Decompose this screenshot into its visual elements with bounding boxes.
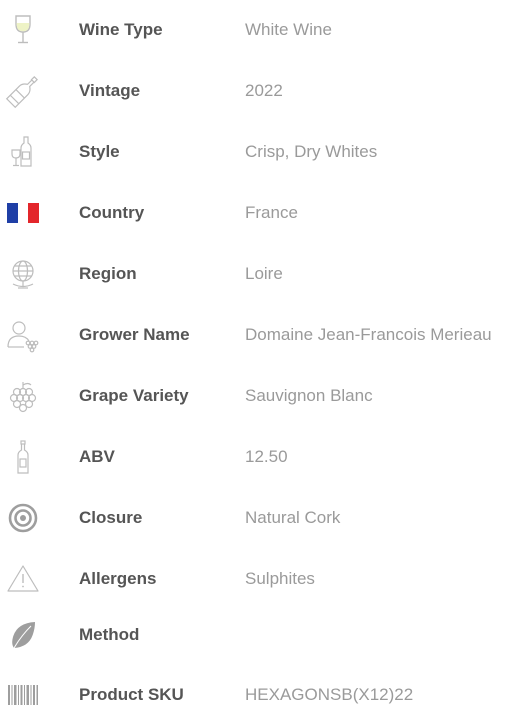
detail-row-closure: Closure Natural Cork (0, 488, 526, 548)
bottle-and-glass-icon (6, 135, 40, 169)
row-label: Vintage (79, 81, 141, 100)
detail-row-region: Region Loire (0, 244, 526, 304)
row-label: Product SKU (79, 685, 184, 704)
row-label: Region (79, 264, 137, 283)
row-label: Allergens (79, 569, 157, 588)
bottle-icon (6, 440, 40, 474)
france-flag-icon (6, 196, 40, 230)
grower-icon (6, 318, 40, 353)
detail-row-vintage: Vintage 2022 (0, 61, 526, 121)
row-label: ABV (79, 447, 115, 466)
row-label: Style (79, 142, 120, 161)
row-value: 2022 (245, 81, 283, 100)
wine-bottle-icon (5, 74, 40, 109)
row-label: Country (79, 203, 145, 222)
detail-row-product-sku: Product SKU HEXAGONSB(X12)22 (0, 665, 526, 725)
detail-row-abv: ABV 12.50 (0, 427, 526, 487)
globe-icon (6, 257, 40, 291)
row-value: Domaine Jean-Francois Merieau (245, 325, 492, 344)
detail-row-country: Country France (0, 183, 526, 243)
row-value: HEXAGONSB(X12)22 (245, 685, 414, 704)
row-value: Loire (245, 264, 283, 283)
row-value: Crisp, Dry Whites (245, 142, 378, 161)
row-label: Wine Type (79, 20, 163, 39)
detail-row-method: Method (0, 605, 526, 665)
row-value: White Wine (245, 20, 332, 39)
row-label: Method (79, 625, 140, 644)
row-value: France (245, 203, 298, 222)
row-label: Closure (79, 508, 143, 527)
row-value: 12.50 (245, 447, 288, 466)
detail-row-wine-type: Wine Type White Wine (0, 0, 526, 60)
barcode-icon (6, 678, 40, 712)
row-value: Sulphites (245, 569, 315, 588)
wine-glass-icon (6, 13, 40, 47)
detail-row-allergens: Allergens Sulphites (0, 549, 526, 609)
cork-icon (6, 501, 40, 535)
row-value: Natural Cork (245, 508, 341, 527)
detail-row-style: Style Crisp, Dry Whites (0, 122, 526, 182)
detail-row-grape-variety: Grape Variety Sauvignon Blanc (0, 366, 526, 426)
wine-details-list: Wine Type White Wine Vintage 2022 Style … (0, 0, 526, 705)
row-label: Grower Name (79, 325, 190, 344)
grapes-icon (6, 379, 40, 413)
row-value: Sauvignon Blanc (245, 386, 373, 405)
warning-icon (6, 562, 40, 596)
detail-row-grower-name: Grower Name Domaine Jean-Francois Meriea… (0, 305, 526, 365)
leaf-icon (6, 618, 40, 652)
row-label: Grape Variety (79, 386, 189, 405)
